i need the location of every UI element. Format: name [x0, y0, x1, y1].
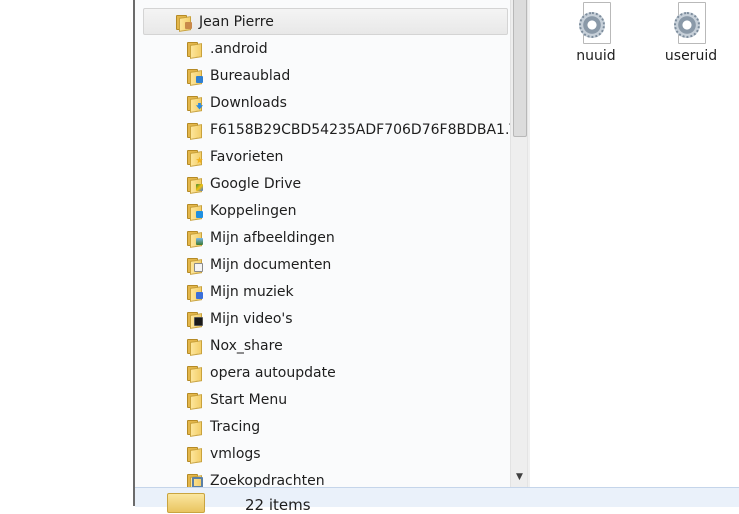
tree-item-label: opera autoupdate: [210, 364, 336, 381]
tree-item-vmlogs[interactable]: vmlogs: [187, 441, 261, 466]
tree-item-mijn-videos[interactable]: Mijn video's: [187, 306, 293, 331]
tree-item-android[interactable]: .android: [187, 36, 268, 61]
tree-item-label: F6158B29CBD54235ADF706D76F8BDBA1.TM: [210, 121, 510, 138]
tree-item-label: Mijn muziek: [210, 283, 294, 300]
file-name: nuuid: [576, 48, 616, 64]
scroll-down-arrow-icon[interactable]: ▼: [511, 469, 528, 485]
tree-item-mijn-muziek[interactable]: Mijn muziek: [187, 279, 294, 304]
folder-icon: [167, 493, 205, 513]
file-list-pane[interactable]: nuuid useruid: [530, 0, 739, 487]
tree-item-label: Mijn afbeeldingen: [210, 229, 335, 246]
user-folder-icon: [176, 14, 192, 32]
folder-icon: [187, 41, 203, 59]
tree-item-google-drive[interactable]: Google Drive: [187, 171, 301, 196]
tree-item-opera-autoupdate[interactable]: opera autoupdate: [187, 360, 336, 385]
tree-item-label: Koppelingen: [210, 202, 297, 219]
tree-item-f6158b29[interactable]: F6158B29CBD54235ADF706D76F8BDBA1.TM: [187, 117, 510, 142]
status-bar: 22 items: [135, 487, 739, 514]
folder-icon: [187, 338, 203, 356]
tree-item-favorieten[interactable]: Favorieten: [187, 144, 283, 169]
tree-item-label: Zoekopdrachten: [210, 472, 325, 488]
tree-item-label: vmlogs: [210, 445, 261, 462]
partially-visible-item: [175, 0, 295, 4]
system-file-gear-icon: [674, 2, 708, 44]
desktop-folder-icon: [187, 68, 203, 86]
tree-item-label: Nox_share: [210, 337, 283, 354]
tree-item-label: .android: [210, 40, 268, 57]
tree-item-mijn-afbeeldingen[interactable]: Mijn afbeeldingen: [187, 225, 335, 250]
tree-item-label: Start Menu: [210, 391, 288, 408]
file-item-useruid[interactable]: useruid: [655, 2, 727, 64]
links-folder-icon: [187, 203, 203, 221]
tree-item-downloads[interactable]: Downloads: [187, 90, 287, 115]
favorites-folder-icon: [187, 149, 203, 167]
item-count: 22 items: [245, 496, 311, 514]
videos-folder-icon: [187, 311, 203, 329]
tree-item-koppelingen[interactable]: Koppelingen: [187, 198, 296, 223]
tree-item-nox-share[interactable]: Nox_share: [187, 333, 283, 358]
music-folder-icon: [187, 284, 203, 302]
scrollbar-thumb[interactable]: [513, 0, 527, 137]
tree-item-zoekopdrachten[interactable]: Zoekopdrachten: [187, 468, 325, 487]
folder-icon: [187, 122, 203, 140]
folder-icon: [187, 419, 203, 437]
tree-item-tracing[interactable]: Tracing: [187, 414, 260, 439]
tree-item-label: Downloads: [210, 94, 287, 111]
system-file-gear-icon: [579, 2, 613, 44]
tree-item-start-menu[interactable]: Start Menu: [187, 387, 287, 412]
tree-item-jean-pierre[interactable]: Jean Pierre: [143, 8, 508, 35]
navigation-scrollbar[interactable]: ▼: [510, 0, 528, 487]
google-drive-folder-icon: [187, 176, 203, 194]
tree-item-label: Mijn documenten: [210, 256, 332, 273]
window-left-background: [0, 0, 133, 506]
tree-item-label: Tracing: [210, 418, 261, 435]
tree-item-mijn-documenten[interactable]: Mijn documenten: [187, 252, 331, 277]
folder-icon: [187, 392, 203, 410]
downloads-folder-icon: [187, 95, 203, 113]
tree-item-label: Mijn video's: [210, 310, 293, 327]
file-item-nuuid[interactable]: nuuid: [560, 2, 632, 64]
tree-item-label: Favorieten: [210, 148, 284, 165]
folder-icon: [187, 446, 203, 464]
file-name: useruid: [664, 48, 718, 64]
tree-item-label: Bureaublad: [210, 67, 291, 84]
folder-icon: [187, 365, 203, 383]
searches-folder-icon: [187, 473, 203, 487]
tree-item-bureaublad[interactable]: Bureaublad: [187, 63, 290, 88]
tree-item-label: Google Drive: [210, 175, 302, 192]
tree-item-label: Jean Pierre: [199, 13, 274, 30]
pictures-folder-icon: [187, 230, 203, 248]
documents-folder-icon: [187, 257, 203, 275]
navigation-pane[interactable]: Jean Pierre .android Bureaublad Download…: [135, 0, 510, 487]
